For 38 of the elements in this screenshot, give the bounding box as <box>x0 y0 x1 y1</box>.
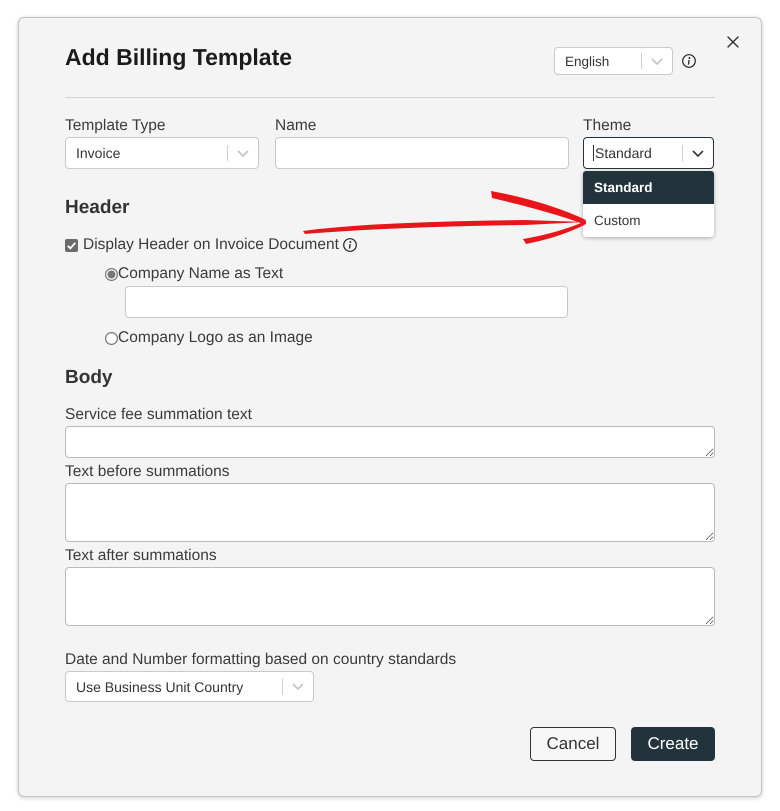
create-button[interactable]: Create <box>631 727 715 761</box>
text-area[interactable] <box>65 483 715 542</box>
section-heading: Header <box>65 196 130 220</box>
language-dropdown[interactable]: English <box>554 47 673 75</box>
dropdown-option[interactable]: Standard <box>583 171 714 204</box>
field-label: Date and Number formatting based on country standards <box>65 650 456 670</box>
select-dropdown[interactable]: Standard <box>583 137 714 169</box>
select-dropdown[interactable]: Use Business Unit Country <box>65 671 314 702</box>
text-field[interactable] <box>125 286 568 318</box>
radio-label: Company Name as Text <box>118 265 284 283</box>
section-heading: Body <box>65 366 112 390</box>
close-icon <box>727 36 739 48</box>
text-area[interactable] <box>65 567 715 626</box>
field-label: Template Type <box>65 116 166 136</box>
chevron-down-icon <box>292 683 304 690</box>
field-label: Name <box>275 116 316 136</box>
chevron-down-icon <box>237 150 249 156</box>
field-label: Text after summations <box>65 546 217 566</box>
checkbox-label: Display Header on Invoice Document <box>83 236 339 254</box>
cancel-button[interactable]: Cancel <box>530 727 616 761</box>
text-field[interactable] <box>275 137 569 169</box>
field-label: Text before summations <box>65 462 230 482</box>
dropdown-option[interactable]: Custom <box>583 204 714 237</box>
chevron-down-icon <box>692 150 704 156</box>
radio-button[interactable] <box>105 332 118 344</box>
close-button[interactable] <box>727 36 739 48</box>
text-cursor <box>593 145 594 161</box>
info-icon <box>342 238 357 252</box>
field-label: Service fee summation text <box>65 405 252 425</box>
field-label: Theme <box>583 116 632 136</box>
select-dropdown[interactable]: Invoice <box>65 137 259 169</box>
checkbox[interactable] <box>65 238 78 252</box>
text-area[interactable] <box>65 426 715 458</box>
info-icon <box>682 54 696 68</box>
radio-label: Company Logo as an Image <box>118 329 313 347</box>
dialog-title: Add Billing Template <box>65 43 292 71</box>
chevron-down-icon <box>651 58 663 64</box>
radio-button[interactable] <box>105 268 118 280</box>
